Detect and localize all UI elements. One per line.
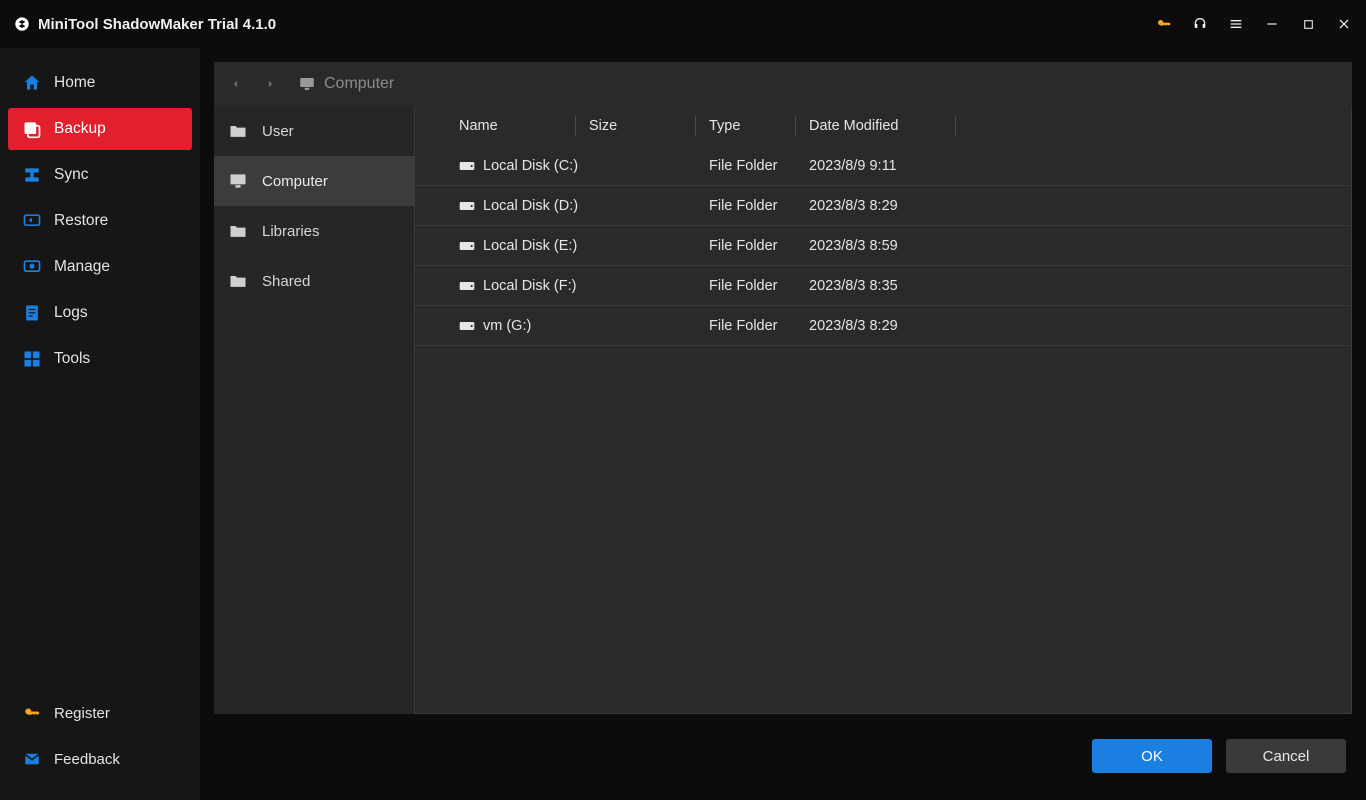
sidebar-item-logs[interactable]: Logs [8, 292, 192, 334]
table-row[interactable]: vm (G:) File Folder 2023/8/3 8:29 [415, 306, 1351, 346]
mail-icon [22, 749, 42, 769]
sidebar-item-tools[interactable]: Tools [8, 338, 192, 380]
titlebar-left: MiniTool ShadowMaker Trial 4.1.0 [14, 16, 276, 33]
close-icon[interactable] [1336, 16, 1352, 32]
table-row[interactable]: Local Disk (F:) File Folder 2023/8/3 8:3… [415, 266, 1351, 306]
folder-icon [228, 271, 248, 291]
tree-item-shared[interactable]: Shared [214, 256, 414, 306]
sidebar-item-backup[interactable]: Backup [8, 108, 192, 150]
tree-item-label: Computer [262, 173, 328, 190]
sidebar-item-label: Sync [54, 166, 88, 184]
split-area: User Computer Libraries [214, 106, 1352, 714]
row-name: Local Disk (C:) [483, 158, 578, 174]
row-name: Local Disk (E:) [483, 238, 577, 254]
headset-icon[interactable] [1192, 16, 1208, 32]
folder-icon [228, 221, 248, 241]
restore-icon [22, 211, 42, 231]
row-name: Local Disk (F:) [483, 278, 576, 294]
table-row[interactable]: Local Disk (D:) File Folder 2023/8/3 8:2… [415, 186, 1351, 226]
file-rows: Local Disk (C:) File Folder 2023/8/9 9:1… [415, 146, 1351, 713]
drive-icon [459, 240, 475, 252]
col-type[interactable]: Type [695, 106, 795, 146]
sidebar-register[interactable]: Register [8, 692, 192, 734]
sidebar-item-label: Restore [54, 212, 108, 230]
folder-user-icon [228, 121, 248, 141]
pathbar: Computer [214, 62, 1352, 106]
sidebar-item-home[interactable]: Home [8, 62, 192, 104]
sidebar-item-label: Tools [54, 350, 90, 368]
table-row[interactable]: Local Disk (E:) File Folder 2023/8/3 8:5… [415, 226, 1351, 266]
sync-icon [22, 165, 42, 185]
minimize-icon[interactable] [1264, 16, 1280, 32]
sidebar-item-label: Manage [54, 258, 110, 276]
app-body: Home Backup Sync Restore [0, 48, 1366, 800]
sidebar-register-label: Register [54, 705, 110, 722]
row-type: File Folder [709, 278, 778, 294]
sidebar-item-label: Backup [54, 120, 106, 138]
tree-pane: User Computer Libraries [214, 106, 414, 714]
sidebar-item-sync[interactable]: Sync [8, 154, 192, 196]
sidebar-feedback-label: Feedback [54, 751, 120, 768]
path-text: Computer [324, 75, 394, 93]
monitor-icon [298, 75, 316, 93]
backup-icon [22, 119, 42, 139]
drive-icon [459, 200, 475, 212]
monitor-icon [228, 171, 248, 191]
row-date: 2023/8/3 8:29 [809, 198, 898, 214]
row-date: 2023/8/3 8:35 [809, 278, 898, 294]
titlebar: MiniTool ShadowMaker Trial 4.1.0 [0, 0, 1366, 48]
sidebar-item-manage[interactable]: Manage [8, 246, 192, 288]
home-icon [22, 73, 42, 93]
column-headers: Name Size Type Date Modified [415, 106, 1351, 146]
sidebar-nav: Home Backup Sync Restore [8, 62, 192, 380]
col-date[interactable]: Date Modified [795, 106, 955, 146]
back-icon[interactable] [222, 70, 250, 98]
logs-icon [22, 303, 42, 323]
manage-icon [22, 257, 42, 277]
maximize-icon[interactable] [1300, 16, 1316, 32]
sidebar-item-label: Home [54, 74, 95, 92]
menu-icon[interactable] [1228, 16, 1244, 32]
row-type: File Folder [709, 318, 778, 334]
cancel-button[interactable]: Cancel [1226, 739, 1346, 773]
col-spacer [955, 106, 1351, 146]
ok-button[interactable]: OK [1092, 739, 1212, 773]
row-name: vm (G:) [483, 318, 531, 334]
row-type: File Folder [709, 158, 778, 174]
row-type: File Folder [709, 198, 778, 214]
forward-icon[interactable] [256, 70, 284, 98]
col-size[interactable]: Size [575, 106, 695, 146]
titlebar-right [1156, 16, 1352, 32]
sidebar-item-label: Logs [54, 304, 88, 322]
file-pane: Name Size Type Date Modified Local Disk … [414, 106, 1352, 714]
main: Computer User Computer [200, 48, 1366, 800]
tree-item-label: Shared [262, 273, 310, 290]
app-logo-icon [14, 16, 30, 32]
row-date: 2023/8/3 8:29 [809, 318, 898, 334]
key-icon[interactable] [1156, 16, 1172, 32]
tools-icon [22, 349, 42, 369]
tree-item-computer[interactable]: Computer [214, 156, 414, 206]
sidebar-bottom: Register Feedback [8, 692, 192, 784]
drive-icon [459, 320, 475, 332]
tree-item-label: Libraries [262, 223, 320, 240]
app-title: MiniTool ShadowMaker Trial 4.1.0 [38, 16, 276, 33]
col-name[interactable]: Name [415, 106, 575, 146]
path-box[interactable]: Computer [290, 68, 1344, 100]
key-icon [22, 703, 42, 723]
row-type: File Folder [709, 238, 778, 254]
row-date: 2023/8/9 9:11 [809, 158, 897, 174]
tree-item-label: User [262, 123, 294, 140]
sidebar-feedback[interactable]: Feedback [8, 738, 192, 780]
tree-item-libraries[interactable]: Libraries [214, 206, 414, 256]
table-row[interactable]: Local Disk (C:) File Folder 2023/8/9 9:1… [415, 146, 1351, 186]
dialog-footer: OK Cancel [214, 728, 1352, 784]
drive-icon [459, 280, 475, 292]
drive-icon [459, 160, 475, 172]
row-name: Local Disk (D:) [483, 198, 578, 214]
row-date: 2023/8/3 8:59 [809, 238, 898, 254]
sidebar: Home Backup Sync Restore [0, 48, 200, 800]
sidebar-item-restore[interactable]: Restore [8, 200, 192, 242]
tree-item-user[interactable]: User [214, 106, 414, 156]
